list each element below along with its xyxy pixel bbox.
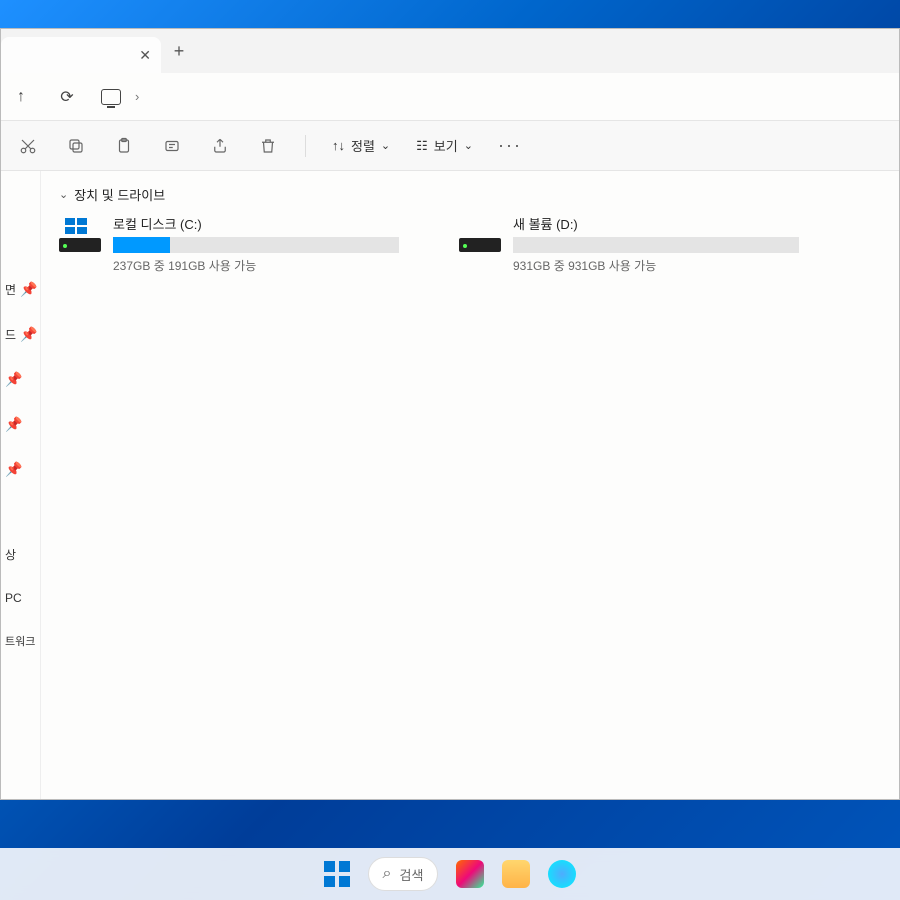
sidebar-item[interactable]: 상 (1, 546, 40, 563)
paste-button[interactable] (113, 135, 135, 157)
sidebar-item-label: 트워크 (5, 633, 35, 649)
view-dropdown[interactable]: ☷ 보기 ⌄ (416, 136, 473, 155)
pin-icon: 📌 (20, 281, 37, 298)
sort-dropdown[interactable]: ↑↓ 정렬 ⌄ (332, 136, 390, 155)
view-label: 보기 (434, 136, 458, 155)
taskbar-explorer-icon[interactable] (502, 860, 530, 888)
content-pane: ⌄ 장치 및 드라이브 로컬 디스크 (C:) 237GB 중 191GB 사용… (41, 171, 899, 799)
sidebar-item-network[interactable]: 트워크 (1, 633, 40, 649)
sidebar-item-label: 드 (5, 326, 16, 343)
sidebar-item[interactable]: 📌 (1, 416, 40, 433)
close-tab-icon[interactable]: ✕ (139, 47, 151, 64)
toolbar-separator (305, 135, 306, 157)
share-button[interactable] (209, 135, 231, 157)
drive-usage-bar (113, 237, 399, 253)
search-icon: ⌕ (383, 865, 392, 883)
sidebar-item-label: 상 (5, 546, 16, 563)
drive-status: 237GB 중 191GB 사용 가능 (113, 257, 399, 274)
address-bar: ↑ ⟳ › (1, 73, 899, 121)
explorer-window: ✕ + ↑ ⟳ › ↑↓ 정렬 (0, 28, 900, 800)
new-tab-button[interactable]: + (161, 41, 197, 62)
drive-info: 로컬 디스크 (C:) 237GB 중 191GB 사용 가능 (113, 214, 399, 274)
drive-name: 새 볼륨 (D:) (513, 214, 799, 233)
taskbar: ⌕ 검색 (0, 848, 900, 900)
sidebar-item-label: PC (5, 591, 22, 605)
tab-current[interactable]: ✕ (1, 37, 161, 73)
chevron-down-icon: ⌄ (59, 188, 68, 201)
sort-label: 정렬 (351, 136, 375, 155)
drive-name: 로컬 디스크 (C:) (113, 214, 399, 233)
chevron-down-icon: ⌄ (464, 139, 473, 152)
drive-usage-bar (513, 237, 799, 253)
pin-icon: 📌 (20, 326, 37, 343)
nav-refresh-button[interactable]: ⟳ (55, 87, 79, 107)
taskbar-search[interactable]: ⌕ 검색 (368, 857, 439, 891)
section-devices-drives[interactable]: ⌄ 장치 및 드라이브 (59, 185, 881, 204)
taskbar-app-icon[interactable] (456, 860, 484, 888)
sidebar-item-label: 면 (5, 281, 16, 298)
sidebar-item[interactable]: 📌 (1, 371, 40, 388)
drive-icon (59, 218, 101, 252)
chevron-down-icon: ⌄ (381, 139, 390, 152)
nav-sidebar: 면📌 드📌 📌 📌 📌 상 PC 트워크 (1, 171, 41, 799)
windows-logo-icon (65, 218, 87, 234)
drives-grid: 로컬 디스크 (C:) 237GB 중 191GB 사용 가능 새 볼륨 (D:… (59, 214, 881, 274)
explorer-body: 면📌 드📌 📌 📌 📌 상 PC 트워크 ⌄ 장치 및 드라이브 (1, 171, 899, 799)
sidebar-item-this-pc[interactable]: PC (1, 591, 40, 605)
pin-icon: 📌 (5, 371, 22, 388)
section-title: 장치 및 드라이브 (74, 185, 165, 204)
sort-icon: ↑↓ (332, 138, 345, 153)
pin-icon: 📌 (5, 461, 22, 478)
copy-button[interactable] (65, 135, 87, 157)
pin-icon: 📌 (5, 416, 22, 433)
start-button[interactable] (324, 861, 350, 887)
rename-button[interactable] (161, 135, 183, 157)
this-pc-icon (101, 89, 121, 105)
tab-bar: ✕ + (1, 29, 899, 73)
sidebar-item[interactable]: 면📌 (1, 281, 40, 298)
breadcrumb[interactable]: › (101, 89, 139, 105)
drive-c[interactable]: 로컬 디스크 (C:) 237GB 중 191GB 사용 가능 (59, 214, 399, 274)
drive-usage-fill (113, 237, 170, 253)
sidebar-item[interactable]: 📌 (1, 461, 40, 478)
sidebar-item[interactable]: 드📌 (1, 326, 40, 343)
drive-status: 931GB 중 931GB 사용 가능 (513, 257, 799, 274)
drive-info: 새 볼륨 (D:) 931GB 중 931GB 사용 가능 (513, 214, 799, 274)
taskbar-app-icon[interactable] (548, 860, 576, 888)
drive-d[interactable]: 새 볼륨 (D:) 931GB 중 931GB 사용 가능 (459, 214, 799, 274)
more-button[interactable]: ··· (499, 135, 521, 157)
delete-button[interactable] (257, 135, 279, 157)
breadcrumb-chevron-icon: › (135, 89, 139, 104)
drive-icon (459, 218, 501, 252)
view-icon: ☷ (416, 138, 428, 154)
search-placeholder: 검색 (400, 865, 424, 884)
nav-up-button[interactable]: ↑ (9, 88, 33, 106)
command-toolbar: ↑↓ 정렬 ⌄ ☷ 보기 ⌄ ··· (1, 121, 899, 171)
cut-button[interactable] (17, 135, 39, 157)
